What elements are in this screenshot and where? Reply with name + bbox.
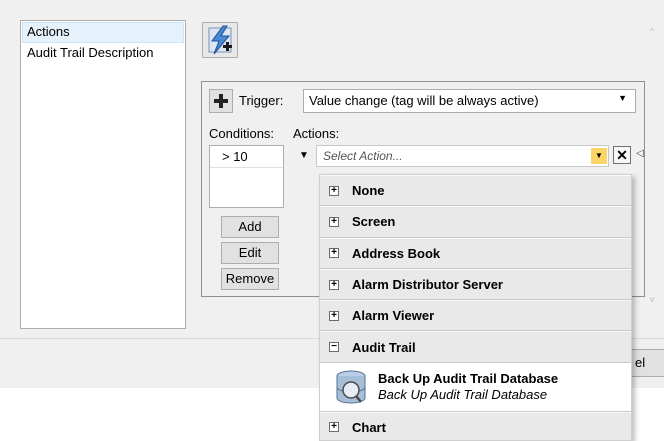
expand-group-icon[interactable]: + xyxy=(329,248,339,259)
list-item-actions[interactable]: Actions xyxy=(22,22,184,43)
list-item-audit-trail-description[interactable]: Audit Trail Description xyxy=(22,43,184,64)
group-label: Alarm Viewer xyxy=(352,308,435,324)
lightning-add-icon xyxy=(208,25,232,55)
expand-group-icon[interactable]: + xyxy=(329,279,339,290)
action-select[interactable]: Select Action... ▼ xyxy=(316,145,609,167)
scroll-up-arrow[interactable]: ^ xyxy=(650,26,654,36)
conditions-label: Conditions: xyxy=(209,126,275,141)
property-category-list[interactable]: Actions Audit Trail Description xyxy=(20,20,186,329)
action-item-back-up-audit-trail-database[interactable]: Back Up Audit Trail Database Back Up Aud… xyxy=(320,362,631,412)
group-label: Chart xyxy=(352,419,386,435)
group-label: Address Book xyxy=(352,245,441,261)
action-group-address-book[interactable]: + Address Book xyxy=(320,237,631,269)
action-select-placeholder: Select Action... xyxy=(323,149,403,163)
remove-condition-button[interactable]: Remove xyxy=(221,268,279,290)
group-label: None xyxy=(352,183,385,199)
chevron-down-icon: ▼ xyxy=(618,93,627,103)
expand-action-icon[interactable]: ▼ xyxy=(299,150,309,161)
trigger-select[interactable]: Value change (tag will be always active)… xyxy=(303,89,636,113)
edit-condition-button[interactable]: Edit xyxy=(221,242,279,264)
action-description: Back Up Audit Trail Database xyxy=(378,386,548,402)
group-label: Alarm Distributor Server xyxy=(352,277,503,293)
action-title: Back Up Audit Trail Database xyxy=(378,370,559,386)
action-group-none[interactable]: + None xyxy=(320,175,631,207)
add-trigger-button[interactable] xyxy=(209,89,233,113)
action-group-chart[interactable]: + Chart xyxy=(320,411,631,440)
database-backup-icon xyxy=(336,370,366,404)
add-condition-button[interactable]: Add xyxy=(221,216,279,238)
expand-group-icon[interactable]: + xyxy=(329,310,339,321)
group-label: Audit Trail xyxy=(352,339,416,355)
group-label: Screen xyxy=(352,214,396,230)
trigger-label: Trigger: xyxy=(239,93,284,108)
expand-group-icon[interactable]: + xyxy=(329,216,339,227)
action-dropdown-button[interactable]: ▼ xyxy=(591,148,607,164)
scroll-down-arrow[interactable]: v xyxy=(650,294,655,304)
conditions-list[interactable]: > 10 xyxy=(209,145,284,208)
action-group-alarm-viewer[interactable]: + Alarm Viewer xyxy=(320,300,631,332)
delete-action-button[interactable]: ✕ xyxy=(613,146,631,164)
condition-item[interactable]: > 10 xyxy=(210,146,283,168)
plus-icon xyxy=(214,94,228,108)
action-group-screen[interactable]: + Screen xyxy=(320,206,631,238)
expand-group-icon[interactable]: + xyxy=(329,185,339,196)
actions-label: Actions: xyxy=(293,126,340,141)
collapse-left-icon[interactable]: ◁ xyxy=(636,148,644,159)
action-dropdown-list[interactable]: + None + Screen + Address Book + Alarm Distr… xyxy=(319,174,632,441)
expand-group-icon[interactable]: + xyxy=(329,422,339,433)
cancel-button-label: el xyxy=(635,355,646,370)
action-group-audit-trail[interactable]: − Audit Trail xyxy=(320,331,631,363)
collapse-group-icon[interactable]: − xyxy=(329,342,339,353)
action-group-alarm-distributor-server[interactable]: + Alarm Distributor Server xyxy=(320,268,631,301)
add-lightning-trigger-button[interactable] xyxy=(202,22,238,58)
close-icon: ✕ xyxy=(616,147,628,163)
trigger-value: Value change (tag will be always active) xyxy=(309,93,539,108)
